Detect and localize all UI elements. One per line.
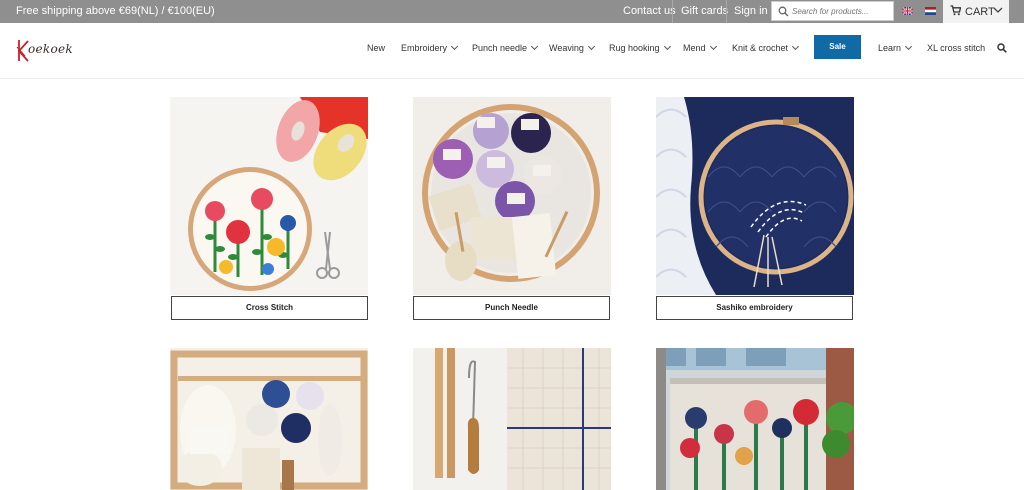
nav-xl-cross-stitch[interactable]: XL cross stitch — [927, 43, 985, 53]
sashiko-embroidery-image[interactable] — [656, 97, 854, 295]
chevron-down-icon — [450, 42, 459, 51]
sale-button[interactable]: Sale — [814, 35, 861, 59]
dutch-flag-icon[interactable] — [925, 7, 936, 15]
shipping-notice: Free shipping above €69(NL) / €100(EU) — [16, 5, 215, 17]
cart-button[interactable]: CART — [943, 0, 1009, 23]
nav-rug-hooking[interactable]: Rug hooking — [609, 42, 671, 53]
search-icon[interactable] — [997, 43, 1007, 53]
xl-cross-stitch-image[interactable] — [656, 348, 854, 490]
nav-knit-crochet[interactable]: Knit & crochet — [732, 42, 800, 53]
nav-label: Knit & crochet — [732, 43, 789, 53]
cross-stitch-image[interactable] — [170, 97, 368, 295]
sashiko-embroidery-button[interactable]: Sashiko embroidery — [656, 296, 853, 320]
main-header: oekoek New Embroidery Punch needle Weavi… — [0, 23, 1024, 79]
nav-label: XL cross stitch — [927, 43, 986, 53]
nav-label: Rug hooking — [609, 43, 660, 53]
english-flag-icon[interactable] — [902, 7, 913, 15]
chevron-down-icon — [791, 42, 800, 51]
punch-needle-image[interactable] — [413, 97, 611, 295]
gift-cards-link[interactable]: Gift cards — [681, 5, 728, 17]
cart-label: CART — [965, 6, 995, 18]
search-input[interactable] — [792, 4, 890, 18]
divider — [672, 0, 673, 23]
nav-new[interactable]: New — [367, 43, 385, 53]
rug-hooking-image[interactable] — [413, 348, 611, 490]
nav-mend[interactable]: Mend — [683, 42, 717, 53]
logo-text: oekoek — [28, 42, 73, 56]
nav-label: Weaving — [549, 43, 584, 53]
chevron-down-icon — [904, 42, 913, 51]
chevron-down-icon — [993, 7, 1003, 13]
top-bar: Free shipping above €69(NL) / €100(EU) C… — [0, 0, 1024, 23]
nav-label: Mend — [683, 43, 706, 53]
nav-punch-needle[interactable]: Punch needle — [472, 42, 539, 53]
punch-needle-button[interactable]: Punch Needle — [413, 296, 610, 320]
nav-weaving[interactable]: Weaving — [549, 42, 595, 53]
nav-embroidery[interactable]: Embroidery — [401, 42, 459, 53]
weaving-image[interactable] — [170, 348, 368, 490]
contact-link[interactable]: Contact us — [623, 5, 676, 17]
nav-label: Embroidery — [401, 43, 448, 53]
cross-stitch-button[interactable]: Cross Stitch — [171, 296, 368, 320]
sign-in-link[interactable]: Sign in — [734, 5, 768, 17]
chevron-down-icon — [531, 42, 539, 51]
chevron-down-icon — [663, 42, 671, 51]
search-box[interactable] — [771, 1, 894, 21]
nav-label: Punch needle — [472, 43, 528, 53]
search-icon — [778, 6, 789, 17]
nav-label: New — [367, 43, 386, 53]
chevron-down-icon — [587, 42, 595, 51]
cart-icon — [950, 5, 961, 16]
chevron-down-icon — [709, 42, 717, 51]
divider — [726, 0, 727, 23]
nav-label: Learn — [878, 43, 902, 53]
nav-learn[interactable]: Learn — [878, 42, 913, 53]
